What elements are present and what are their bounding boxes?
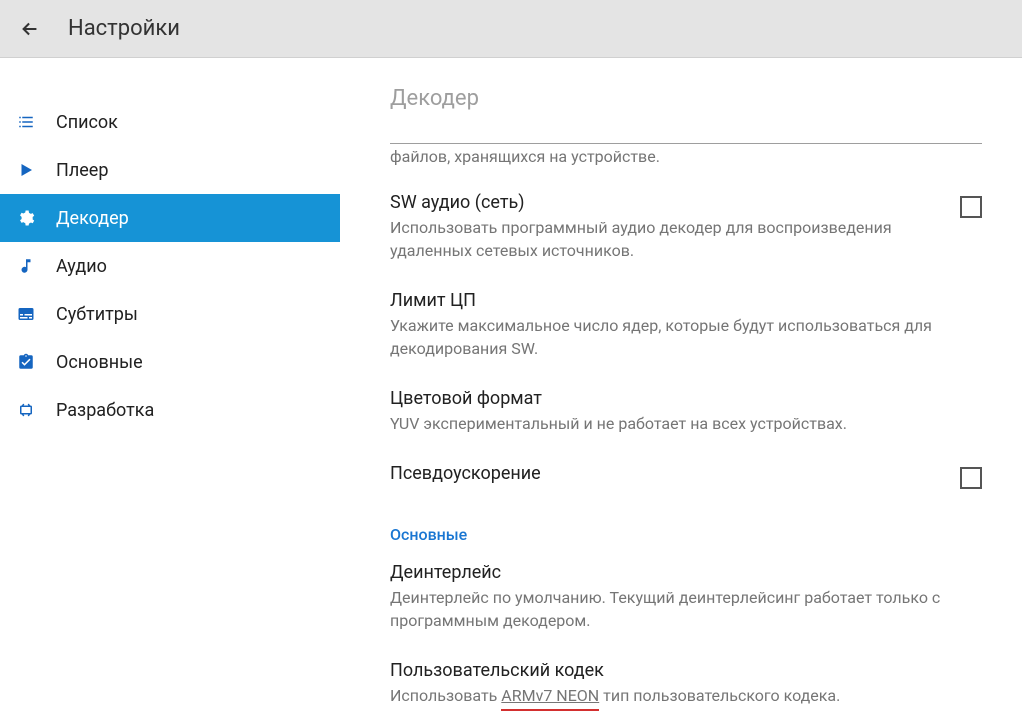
setting-deinterlace[interactable]: Деинтерлейс Деинтерлейс по умолчанию. Те… [390, 562, 982, 646]
setting-desc: Деинтерлейс по умолчанию. Текущий деинте… [390, 587, 982, 632]
gear-icon [16, 208, 36, 228]
sidebar-item-player[interactable]: Плеер [0, 146, 340, 194]
setting-title: Псевдоускорение [390, 463, 940, 484]
setting-title: Лимит ЦП [390, 290, 982, 311]
section-header: Декодер [390, 86, 982, 111]
list-icon [16, 112, 36, 132]
clipboard-check-icon [16, 352, 36, 372]
setting-desc: Использовать программный аудио декодер д… [390, 217, 940, 262]
checkbox[interactable] [960, 467, 982, 489]
sidebar-item-label: Список [56, 112, 118, 133]
sidebar-item-subtitles[interactable]: Субтитры [0, 290, 340, 338]
sidebar-item-label: Разработка [56, 400, 154, 421]
sidebar-item-developer[interactable]: Разработка [0, 386, 340, 434]
arrow-back-icon [19, 18, 41, 40]
page-title: Настройки [68, 16, 180, 41]
setting-desc: YUV экспериментальный и не работает на в… [390, 413, 982, 435]
setting-title: Цветовой формат [390, 388, 982, 409]
codec-prefix: Использовать [390, 686, 501, 705]
sidebar-item-label: Аудио [56, 256, 107, 277]
setting-cpu-limit[interactable]: Лимит ЦП Укажите максимальное число ядер… [390, 276, 982, 374]
sidebar-item-decoder[interactable]: Декодер [0, 194, 340, 242]
sidebar-item-label: Основные [56, 352, 143, 373]
content: Список Плеер Декодер Аудио Субтитры [0, 58, 1022, 717]
setting-title: SW аудио (сеть) [390, 192, 940, 213]
play-icon [16, 160, 36, 180]
red-underline [501, 709, 599, 711]
codec-suffix: тип пользовательского кодека. [599, 686, 840, 705]
setting-sw-audio[interactable]: SW аудио (сеть) Использовать программный… [390, 178, 982, 276]
music-note-icon [16, 256, 36, 276]
sidebar-item-general[interactable]: Основные [0, 338, 340, 386]
setting-title: Деинтерлейс [390, 562, 982, 583]
sidebar-item-label: Субтитры [56, 304, 138, 325]
main-panel: Декодер файлов, хранящихся на устройстве… [340, 58, 1022, 717]
setting-custom-codec[interactable]: Пользовательский кодек Использовать ARMv… [390, 646, 982, 717]
setting-desc: Использовать ARMv7 NEON тип пользователь… [390, 685, 982, 707]
setting-pseudo-accel[interactable]: Псевдоускорение [390, 449, 982, 503]
setting-desc: Укажите максимальное число ядер, которые… [390, 315, 982, 360]
setting-cutoff-desc: файлов, хранящихся на устройстве. [390, 146, 982, 168]
divider [390, 143, 982, 144]
sidebar: Список Плеер Декодер Аудио Субтитры [0, 58, 340, 717]
checkbox[interactable] [960, 196, 982, 218]
sidebar-item-list[interactable]: Список [0, 98, 340, 146]
group-label-main: Основные [390, 525, 982, 544]
toolbar: Настройки [0, 0, 1022, 58]
sidebar-item-audio[interactable]: Аудио [0, 242, 340, 290]
setting-color-format[interactable]: Цветовой формат YUV экспериментальный и … [390, 374, 982, 449]
sidebar-item-label: Декодер [56, 208, 129, 229]
back-button[interactable] [12, 11, 48, 47]
setting-title: Пользовательский кодек [390, 660, 982, 681]
subtitles-icon [16, 304, 36, 324]
developer-icon [16, 400, 36, 420]
sidebar-item-label: Плеер [56, 160, 108, 181]
codec-name: ARMv7 NEON [501, 685, 599, 707]
